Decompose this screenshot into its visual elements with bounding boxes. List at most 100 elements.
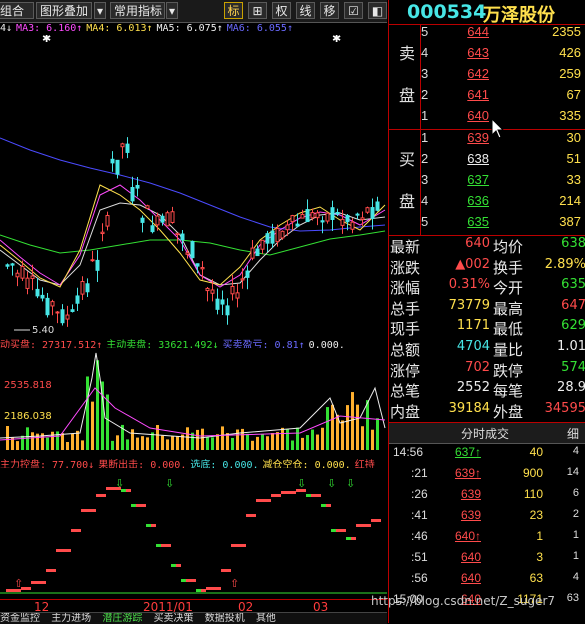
volume-bar: [166, 439, 169, 450]
mark-button[interactable]: 标: [224, 2, 243, 19]
indicator-dropdown-icon[interactable]: ▾: [166, 2, 178, 19]
candle-body: [15, 272, 20, 278]
candle-body: [360, 217, 365, 221]
overlay-dropdown-icon[interactable]: ▾: [94, 2, 106, 19]
stat-key: 最新: [390, 238, 421, 256]
star-marker: ✱: [332, 35, 341, 45]
tab-hidden-track[interactable]: 潜庄游踪: [102, 613, 142, 624]
volume-bar: [86, 376, 89, 450]
candle-body: [80, 280, 85, 295]
stat-value: 635: [561, 277, 585, 293]
tick-volume: 3: [536, 550, 543, 564]
watermark: https://blog.csdn.net/Z_suger7: [371, 594, 556, 608]
stat-value: ▲002: [455, 256, 490, 272]
stat-6: 涨停 702: [390, 360, 492, 381]
indicator-step: [71, 529, 76, 532]
tab-decision[interactable]: 买卖决策: [154, 613, 194, 624]
ma-line-yellow: [0, 184, 386, 288]
candle-body: [100, 231, 105, 235]
stats-grid: 最新 640 涨跌 ▲002 涨幅 0.31% 总手 73779 现手 1171 总额 4704 涨停 7…: [389, 236, 585, 423]
stat-key: 内盘: [390, 402, 421, 421]
stat-value: 629: [561, 318, 585, 334]
volume-bar: [311, 429, 314, 450]
volume-bar: [176, 436, 179, 450]
low-price-marker: 5.40: [32, 325, 54, 335]
stat-value: 2552: [456, 380, 490, 396]
candle-body: [45, 297, 50, 316]
order-volume: 30: [566, 130, 581, 145]
stat-r-6: 跌停 574: [493, 360, 585, 381]
indicator-step: [356, 524, 361, 527]
combo-button[interactable]: 组合: [0, 2, 34, 19]
stat-key: 总额: [390, 341, 421, 359]
bid-row[interactable]: 1 639 30: [389, 130, 585, 151]
checkbox-icon[interactable]: ☑: [344, 2, 363, 19]
candle-body: [190, 241, 195, 259]
candle-body: [250, 247, 255, 259]
indicator-step: [86, 509, 91, 512]
indicator-step: [151, 524, 156, 527]
candle-body: [50, 301, 55, 307]
sell-signal-icon: ⇩: [346, 477, 355, 490]
stat-value: 574: [561, 359, 585, 375]
volume-bar: [126, 439, 129, 450]
panel-toggle-icon[interactable]: ◧: [368, 2, 387, 19]
tick-volume: 63: [529, 571, 543, 585]
indicator-button[interactable]: 常用指标: [110, 2, 165, 19]
volume-bar: [376, 418, 379, 450]
order-volume: 67: [566, 87, 581, 102]
ask-row[interactable]: 1 640 335: [389, 108, 585, 129]
tab-fund-monitor[interactable]: 资金监控: [0, 613, 40, 624]
tab-main-entry[interactable]: 主力进场: [51, 613, 91, 624]
indicator-step: [61, 549, 66, 552]
ticks-detail-button[interactable]: 细: [567, 425, 579, 442]
candle-body: [145, 205, 150, 209]
candle-body: [315, 212, 320, 219]
stat-key: 外盘: [493, 402, 524, 421]
move-button[interactable]: 移: [320, 2, 339, 19]
tab-speculation[interactable]: 数据投机: [205, 613, 245, 624]
indicator-step: [131, 504, 136, 507]
indicator-step: [306, 494, 311, 497]
stat-r-7: 每笔 28.9: [493, 380, 585, 401]
candle-body: [5, 264, 10, 267]
indicator-step: [286, 491, 291, 494]
grid-button[interactable]: ⊞: [248, 2, 267, 19]
rights-button[interactable]: 权: [272, 2, 291, 19]
hold-label: 红持: [354, 460, 375, 468]
indicator-step: [211, 587, 216, 590]
tick-price: 639↑: [454, 466, 481, 480]
stat-r-5: 量比 1.01: [493, 339, 585, 360]
indicator-step: [171, 564, 176, 567]
stat-key: 涨幅: [390, 279, 421, 298]
bid-row[interactable]: 5 635 387: [389, 214, 585, 235]
stat-value: 39184: [448, 400, 490, 416]
tab-other[interactable]: 其他: [256, 613, 276, 624]
order-price: 639: [467, 130, 489, 145]
ask-row[interactable]: 3 642 259: [389, 66, 585, 87]
bid-row[interactable]: 2 638 51: [389, 151, 585, 172]
indicator-step: [366, 524, 371, 527]
order-volume: 259: [559, 66, 581, 81]
ask-row[interactable]: 4 643 426: [389, 45, 585, 66]
tick-row: :41 639 23 2: [389, 508, 585, 529]
volume-bar: [201, 428, 204, 450]
indicator-step: [221, 569, 226, 572]
ma3-label: MA3: 6.160↑: [16, 23, 83, 34]
bid-row[interactable]: 4 636 214: [389, 193, 585, 214]
bid-row[interactable]: 3 637 33: [389, 172, 585, 193]
ask-row[interactable]: 2 641 67: [389, 87, 585, 108]
overlay-button[interactable]: 图形叠加: [36, 2, 92, 19]
tick-time: :21: [411, 466, 428, 480]
indicator-step: [161, 544, 166, 547]
line-button[interactable]: 线: [296, 2, 315, 19]
indicator-step: [341, 529, 346, 532]
indicator-step: [311, 494, 316, 497]
indicator-step: [261, 499, 266, 502]
indicator-step: [176, 564, 181, 567]
indicator-step: [236, 544, 241, 547]
tick-row: 14:56 637↑ 40 4: [389, 445, 585, 466]
volume-bar: [281, 427, 284, 450]
ask-row[interactable]: 5 644 2355: [389, 24, 585, 45]
candle-body: [130, 187, 135, 202]
